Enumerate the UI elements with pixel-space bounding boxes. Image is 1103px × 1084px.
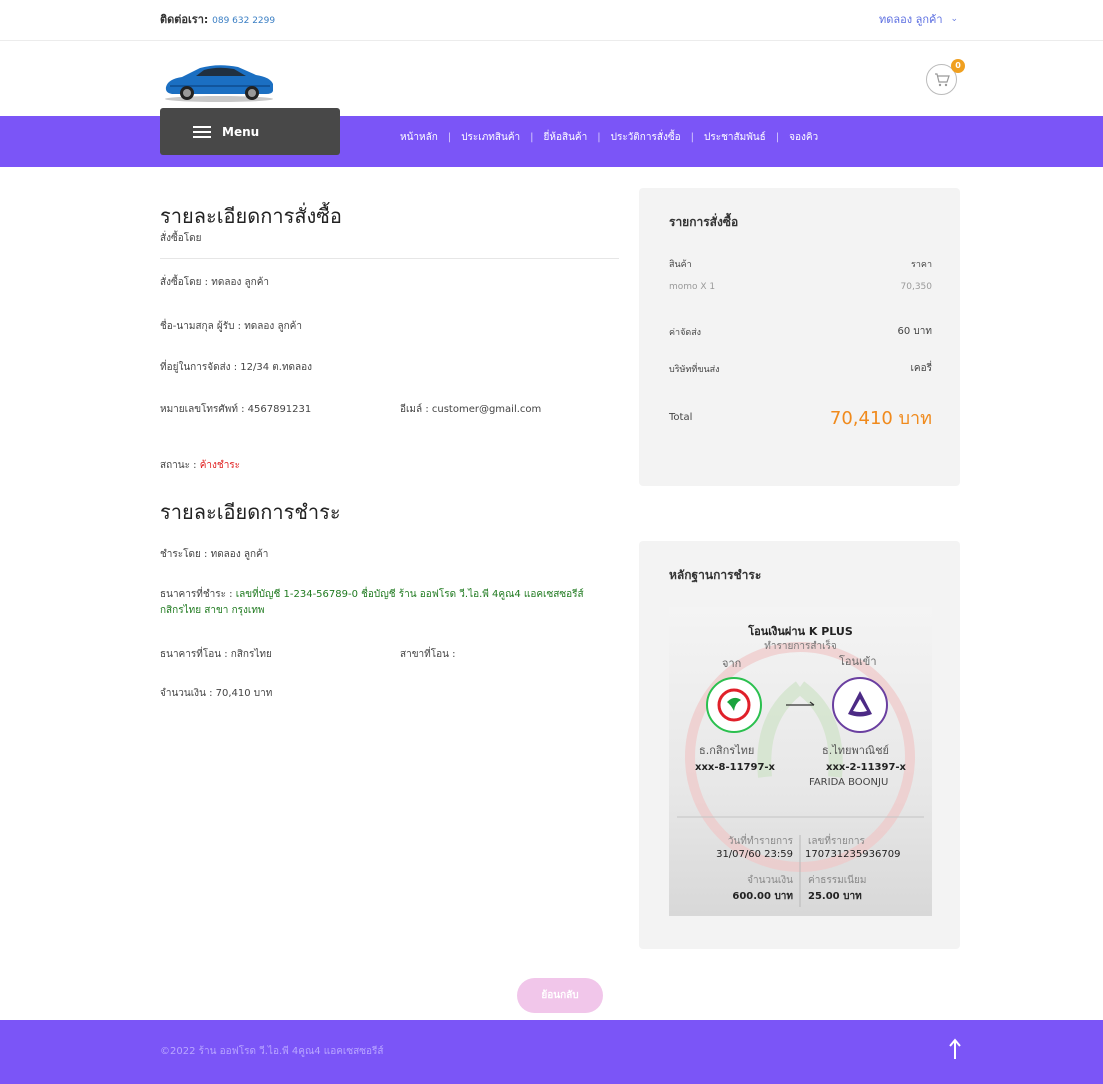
nav-link-order-history[interactable]: ประวัติการสั่งซื้อ [611, 130, 681, 145]
car-logo-icon [165, 65, 273, 102]
user-name: ทดลอง ลูกค้า [879, 13, 943, 26]
slip-amount-value: 600.00 บาท [732, 891, 793, 902]
carrier-value: เคอรี่ [910, 363, 932, 374]
arrow-up-icon [949, 1038, 961, 1059]
shipping-address: ที่อยู่ในการจัดส่ง : 12/34 ต.ทดลอง [160, 362, 313, 373]
user-menu[interactable]: ทดลอง ลูกค้า ⌄ [879, 10, 958, 28]
menu-button[interactable]: Menu [160, 108, 340, 155]
slip-ref-label: เลขที่รายการ [808, 836, 865, 847]
menu-label: Menu [222, 124, 260, 139]
site-logo[interactable] [160, 59, 278, 103]
total-value: 70,410 บาท [829, 408, 932, 429]
nav-link-brands[interactable]: ยี่ห้อสินค้า [544, 130, 588, 145]
transfer-branch: สาขาที่โอน : [400, 649, 456, 660]
footer-copyright: ©2022 ร้าน ออฟโรด วี.ไอ.พี 4คูณ4 แอคเซสซ… [160, 1046, 384, 1057]
slip-to-label: โอนเข้า [839, 655, 877, 668]
payment-details-title: รายละเอียดการชำระ [160, 500, 341, 524]
nav-separator: | [775, 132, 780, 143]
payment-bank-branch: กสิกรไทย สาขา กรุงเทพ [160, 605, 265, 616]
slip-from-bank: ธ.กสิกรไทย [699, 744, 755, 757]
shipping-fee-label: ค่าจัดส่ง [669, 328, 702, 338]
nav-separator: | [597, 132, 601, 143]
price-column-header: ราคา [911, 260, 932, 270]
slip-to-name: FARIDA BOONJU [809, 777, 889, 788]
recipient-name: ชื่อ-นามสกุล ผู้รับ : ทดลอง ลูกค้า [160, 321, 302, 332]
ordered-by: สั่งซื้อโดย : ทดลอง ลูกค้า [160, 277, 269, 288]
nav-separator: | [690, 132, 694, 143]
payment-proof-title: หลักฐานการชำระ [669, 568, 762, 582]
payment-bank-label: ธนาคารที่ชำระ : [160, 589, 233, 600]
cart-count-badge: 0 [951, 59, 965, 73]
nav-link-booking[interactable]: จองคิว [789, 130, 818, 145]
divider [160, 258, 619, 259]
slip-to-bank: ธ.ไทยพาณิชย์ [822, 744, 889, 757]
slip-date-label: วันที่ทำรายการ [727, 836, 793, 847]
nav-links: หน้าหลัก | ประเภทสินค้า | ยี่ห้อสินค้า | ปร… [400, 130, 818, 145]
order-summary-title: รายการสั่งซื้อ [669, 215, 739, 229]
email-address: อีเมล์ : customer@gmail.com [400, 404, 542, 415]
slip-from-label: จาก [722, 657, 742, 670]
chevron-down-icon: ⌄ [950, 14, 959, 24]
slip-heading: โอนเงินผ่าน K PLUS [748, 625, 853, 638]
contact-phone-link[interactable]: 089 632 2299 [212, 16, 275, 26]
transfer-bank: ธนาคารที่โอน : กสิกรไทย [160, 649, 272, 660]
payment-bank-account: เลขที่บัญชี 1-234-56789-0 ชื่อบัญชี ร้าน… [235, 589, 584, 600]
carrier-label: บริษัทที่ขนส่ง [669, 365, 720, 375]
shipping-fee-value: 60 บาท [897, 326, 932, 337]
order-status: สถานะ : ค้างชำระ [160, 458, 240, 473]
scroll-to-top-button[interactable] [949, 1038, 961, 1060]
back-button[interactable]: ย้อนกลับ [517, 978, 603, 1013]
phone-number: หมายเลขโทรศัพท์ : 4567891231 [160, 404, 312, 415]
slip-to-account: xxx-2-11397-x [826, 762, 906, 773]
contact-info: ติดต่อเรา: 089 632 2299 [160, 10, 275, 28]
product-name: momo X 1 [669, 282, 716, 292]
hamburger-icon [193, 125, 211, 138]
nav-link-categories[interactable]: ประเภทสินค้า [461, 130, 520, 145]
product-column-header: สินค้า [669, 260, 692, 270]
order-details-title: รายละเอียดการสั่งซื้อ [160, 204, 342, 228]
nav-link-news[interactable]: ประชาสัมพันธ์ [704, 130, 766, 145]
status-label: สถานะ : [160, 460, 197, 471]
slip-fee-value: 25.00 บาท [808, 891, 862, 902]
slip-from-account: xxx-8-11797-x [695, 762, 775, 773]
top-bar: ติดต่อเรา: 089 632 2299 ทดลอง ลูกค้า ⌄ [0, 0, 1103, 41]
contact-label: ติดต่อเรา: [160, 13, 209, 26]
slip-ref-value: 170731235936709 [805, 849, 901, 860]
total-label: Total [669, 412, 693, 423]
order-details-subtitle: สั่งซื้อโดย [160, 233, 202, 244]
slip-status: ทำรายการสำเร็จ [764, 641, 837, 652]
cart-icon [934, 72, 950, 86]
paid-by: ชำระโดย : ทดลอง ลูกค้า [160, 549, 269, 560]
slip-fee-label: ค่าธรรมเนียม [808, 875, 867, 886]
slip-amount-label: จำนวนเงิน [747, 875, 793, 886]
nav-link-home[interactable]: หน้าหลัก [400, 130, 438, 145]
payment-slip-image: โอนเงินผ่าน K PLUS ทำรายการสำเร็จ จาก โอ… [669, 607, 932, 916]
nav-separator: | [530, 132, 534, 143]
slip-date-value: 31/07/60 23:59 [716, 849, 793, 860]
nav-separator: | [447, 132, 452, 143]
product-price: 70,350 [900, 282, 933, 292]
payment-amount: จำนวนเงิน : 70,410 บาท [160, 688, 273, 699]
payment-bank: ธนาคารที่ชำระ : เลขที่บัญชี 1-234-56789-… [160, 587, 584, 602]
status-badge: ค้างชำระ [199, 460, 241, 471]
